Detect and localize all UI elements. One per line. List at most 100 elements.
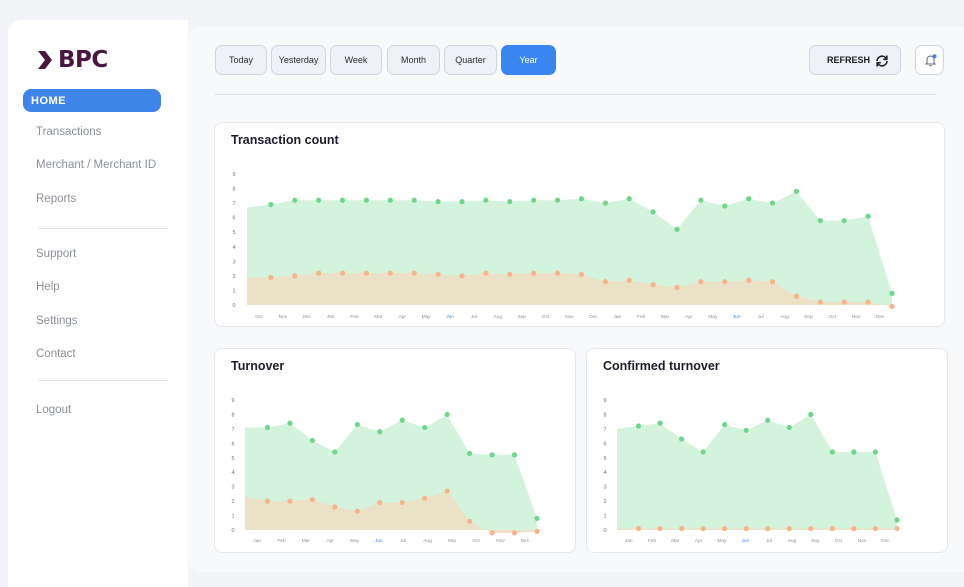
x-tick-label: May — [717, 538, 727, 544]
y-tick-label: 0 — [603, 528, 606, 534]
data-point — [865, 299, 871, 305]
y-tick-label: 5 — [232, 230, 235, 236]
data-point — [889, 303, 895, 310]
period-year-button[interactable]: Year — [501, 45, 556, 75]
sidebar: BPC HOME Transactions Merchant / Merchan… — [8, 20, 188, 587]
x-tick-label: Dec — [881, 538, 890, 544]
sidebar-item-reports[interactable]: Reports — [23, 187, 161, 210]
y-tick-label: 5 — [231, 456, 234, 462]
x-tick-label: Oct — [542, 314, 550, 320]
refresh-button[interactable]: REFRESH — [809, 45, 901, 75]
data-point — [287, 420, 293, 426]
data-point — [339, 197, 346, 203]
period-week-button[interactable]: Week — [330, 45, 382, 75]
x-tick-label: Feb — [277, 538, 286, 544]
data-point — [700, 525, 706, 532]
data-point — [531, 197, 537, 203]
data-point — [674, 284, 680, 291]
data-point — [793, 293, 800, 299]
x-tick-label: Dec — [521, 538, 530, 544]
brand-name: BPC — [58, 47, 108, 73]
data-point — [268, 274, 274, 280]
data-point — [829, 525, 835, 532]
y-tick-label: 5 — [603, 456, 606, 462]
sidebar-item-transactions[interactable]: Transactions — [23, 120, 161, 143]
x-tick-label: Dec — [589, 314, 598, 320]
bell-icon — [924, 54, 937, 67]
x-tick-label: Sep — [811, 538, 820, 544]
x-tick-label: Apr — [685, 314, 693, 320]
x-tick-label: Jul — [400, 538, 406, 544]
y-tick-label: 2 — [603, 499, 606, 505]
sidebar-item-logout[interactable]: Logout — [23, 398, 161, 421]
sidebar-item-help[interactable]: Help — [23, 275, 161, 298]
y-tick-label: 1 — [232, 288, 235, 294]
x-tick-label: Jun — [741, 538, 749, 544]
data-point — [722, 421, 728, 428]
data-point — [264, 498, 271, 504]
data-point — [268, 201, 274, 208]
data-point — [679, 436, 685, 442]
x-tick-label: Oct — [255, 314, 263, 320]
x-tick-label: Sep — [517, 314, 526, 320]
x-tick-label: May — [422, 314, 432, 320]
data-point — [746, 196, 752, 202]
data-point — [435, 199, 441, 205]
data-point — [817, 299, 823, 305]
data-point — [399, 417, 405, 423]
sidebar-item-settings[interactable]: Settings — [23, 309, 161, 332]
data-point — [489, 530, 495, 536]
data-point — [698, 279, 704, 285]
data-point — [650, 282, 656, 288]
data-point — [422, 424, 428, 431]
data-point — [746, 277, 752, 283]
data-point — [444, 488, 450, 494]
x-tick-label: Jul — [766, 538, 772, 544]
y-tick-label: 0 — [232, 303, 235, 309]
sidebar-item-home[interactable]: HOME — [23, 89, 161, 112]
main-panel: Today Yesterday Week Month Quarter Year … — [187, 27, 964, 572]
sidebar-item-contact[interactable]: Contact — [23, 342, 161, 365]
data-point — [722, 203, 728, 209]
data-point — [467, 450, 473, 457]
sidebar-item-support[interactable]: Support — [23, 242, 161, 265]
refresh-icon — [876, 55, 888, 67]
notifications-button[interactable] — [915, 45, 944, 75]
data-point — [316, 270, 322, 276]
y-tick-label: 9 — [603, 398, 606, 404]
data-point — [332, 504, 338, 510]
period-quarter-button[interactable]: Quarter — [444, 45, 497, 75]
x-tick-label: Apr — [326, 538, 334, 544]
data-point — [894, 525, 900, 532]
data-point — [531, 270, 537, 276]
x-tick-label: Jul — [471, 314, 477, 320]
data-point — [411, 270, 417, 276]
x-tick-label: Apr — [695, 538, 703, 544]
data-point — [534, 515, 540, 522]
sidebar-divider — [38, 228, 168, 229]
x-tick-label: May — [350, 538, 360, 544]
series-area — [617, 414, 897, 530]
data-point — [851, 525, 857, 532]
period-month-button[interactable]: Month — [387, 45, 440, 75]
x-tick-label: Jan — [253, 538, 261, 544]
period-yesterday-button[interactable]: Yesterday — [271, 45, 326, 75]
data-point — [444, 411, 450, 418]
x-tick-label: Nov — [565, 314, 574, 320]
turnover-card: Turnover 0 1 2 3 4 5 6 7 8 9 Jan Feb Mar Apr May Jun Jul… — [214, 348, 576, 553]
y-tick-label: 6 — [603, 441, 606, 447]
brand-logo[interactable]: BPC — [38, 47, 108, 73]
data-point — [467, 518, 473, 524]
data-point — [511, 452, 518, 458]
data-point — [459, 273, 465, 279]
data-point — [765, 525, 771, 532]
data-point — [387, 270, 393, 276]
y-tick-label: 8 — [603, 412, 606, 418]
period-today-button[interactable]: Today — [215, 45, 267, 75]
confirmed-turnover-card: Confirmed turnover 0 1 2 3 4 5 6 7 8 9 Jan Feb Mar Ap… — [586, 348, 948, 553]
data-point — [808, 411, 814, 418]
data-point — [578, 271, 585, 278]
sidebar-item-merchant[interactable]: Merchant / Merchant ID — [23, 153, 161, 176]
x-tick-label: Jan — [613, 314, 621, 320]
y-tick-label: 1 — [231, 514, 234, 520]
